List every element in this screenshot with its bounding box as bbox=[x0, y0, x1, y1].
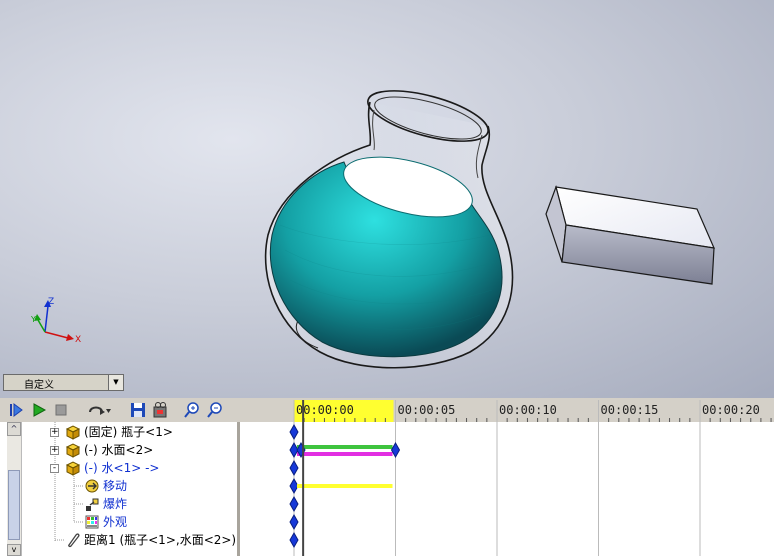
explode-icon bbox=[86, 498, 99, 511]
timeline-tick-label: 00:00:00 bbox=[296, 403, 354, 417]
expand-toggle[interactable]: + bbox=[50, 428, 59, 437]
play-icon[interactable] bbox=[30, 401, 48, 419]
chevron-down-icon[interactable]: ▼ bbox=[108, 375, 123, 390]
motion-study-panel: ^ v + + - (固定) 瓶子<1> (-) 水面<2> (-) 水<1> … bbox=[0, 398, 774, 556]
move-icon bbox=[85, 479, 99, 493]
play-from-start-icon[interactable] bbox=[7, 401, 25, 419]
collapse-toggle[interactable]: - bbox=[50, 464, 59, 473]
tree-item-label: 外观 bbox=[103, 515, 128, 529]
view-orientation-select[interactable]: 自定义 ▼ bbox=[3, 374, 124, 391]
timeline-tick-label: 00:00:05 bbox=[398, 403, 456, 417]
timeline-bar-green bbox=[297, 445, 393, 449]
axis-y-label: Y bbox=[30, 315, 36, 324]
box-model bbox=[545, 185, 715, 285]
tree-item-label: 移动 bbox=[103, 479, 128, 493]
motion-feature-tree[interactable]: ^ v + + - (固定) 瓶子<1> (-) 水面<2> (-) 水<1> … bbox=[0, 422, 240, 556]
zoom-out-icon[interactable] bbox=[206, 401, 224, 419]
graphics-area[interactable]: X Z Y 自定义 ▼ bbox=[0, 0, 774, 398]
stop-icon[interactable] bbox=[52, 401, 70, 419]
tree-item-label: 爆炸 bbox=[103, 497, 128, 511]
tree-item-label: (-) 水面<2> bbox=[84, 443, 154, 457]
mate-clip-icon bbox=[68, 533, 80, 548]
zoom-in-icon[interactable] bbox=[183, 401, 201, 419]
view-orientation-value: 自定义 bbox=[24, 380, 54, 391]
expand-toggle[interactable]: + bbox=[50, 446, 59, 455]
playback-mode-icon[interactable] bbox=[86, 401, 112, 419]
motion-toolbar bbox=[0, 398, 240, 422]
appearance-icon bbox=[85, 515, 99, 529]
timeline-tick-label: 00:00:15 bbox=[601, 403, 659, 417]
timeline-bar-yellow bbox=[297, 484, 393, 488]
timeline-bar-magenta bbox=[297, 452, 393, 456]
axis-x-label: X bbox=[75, 335, 81, 345]
timeline-tick-label: 00:00:10 bbox=[499, 403, 557, 417]
timeline-tick-label: 00:00:20 bbox=[702, 403, 760, 417]
component-icon bbox=[65, 443, 81, 458]
model-view[interactable]: X Z Y bbox=[0, 0, 774, 398]
timeline-canvas[interactable]: 00:00:00 00:00:05 00:00:10 00:00:15 00:00:20 bbox=[240, 398, 774, 556]
axis-triad: X Z Y bbox=[30, 297, 81, 345]
animation-wizard-icon[interactable] bbox=[151, 401, 169, 419]
axis-z-label: Z bbox=[48, 297, 54, 307]
timeline-panel[interactable]: 00:00:00 00:00:05 00:00:10 00:00:15 00:00:20 bbox=[240, 398, 774, 556]
timeline-body bbox=[240, 422, 774, 556]
tree-item-label: (固定) 瓶子<1> bbox=[84, 425, 173, 439]
component-icon bbox=[65, 425, 81, 440]
component-icon bbox=[65, 461, 81, 476]
tree-item-label: 距离1 (瓶子<1>,水面<2>) bbox=[84, 533, 237, 547]
save-icon[interactable] bbox=[129, 401, 147, 419]
tree-item-label: (-) 水<1> -> bbox=[84, 461, 160, 475]
